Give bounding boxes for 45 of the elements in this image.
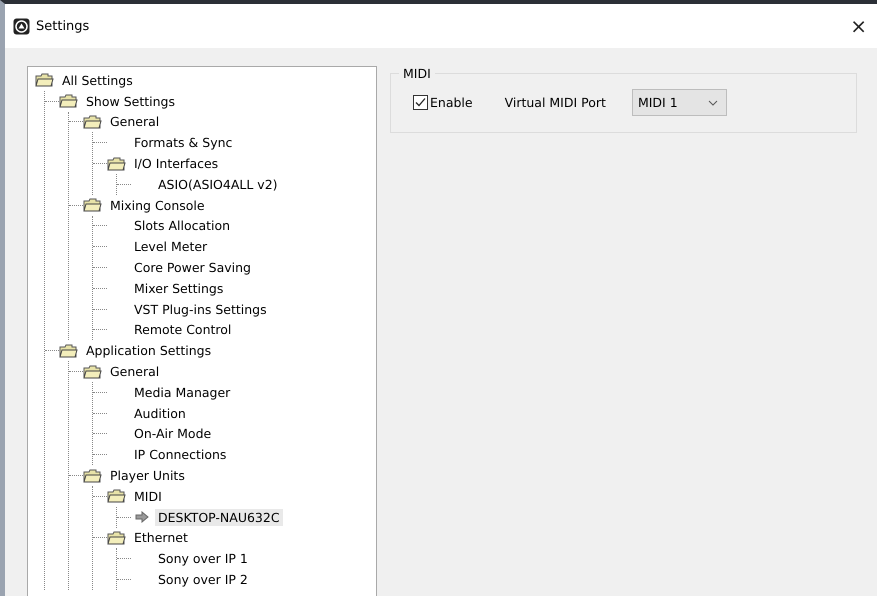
tree-item[interactable]: Slots Allocation <box>131 217 234 234</box>
folder-icon <box>59 94 78 108</box>
window-title: Settings <box>36 18 90 34</box>
arrow-icon <box>135 511 149 524</box>
tree-item[interactable]: On-Air Mode <box>131 425 214 442</box>
tree-item[interactable]: Media Manager <box>131 384 234 401</box>
tree-item[interactable]: MIDI <box>131 488 165 505</box>
folder-icon <box>83 198 102 212</box>
tree-item[interactable]: All Settings <box>59 72 136 89</box>
chevron-icon <box>708 100 718 106</box>
folder-icon <box>107 156 126 171</box>
tree-item[interactable]: General <box>107 363 162 380</box>
tree-item[interactable]: IP Connections <box>131 446 230 464</box>
close-button[interactable]: × <box>846 14 871 38</box>
enable-checkbox[interactable]: Enable <box>413 95 473 110</box>
folder-icon <box>83 468 102 483</box>
tree-item[interactable]: Show Settings <box>83 92 178 110</box>
tree-item[interactable]: Sony over IP 1 <box>155 550 251 568</box>
tree-item[interactable]: Remote Control <box>131 321 234 338</box>
tree-item[interactable]: ASIO(ASIO4ALL v2) <box>155 176 281 193</box>
group-title: MIDI <box>402 66 432 81</box>
folder-icon <box>107 489 126 504</box>
tree-item[interactable]: Core Power Saving <box>131 259 254 276</box>
check-icon <box>415 97 426 108</box>
tree-item[interactable]: DESKTOP-NAU632C <box>155 508 283 526</box>
tree-item[interactable]: Level Meter <box>131 238 210 256</box>
port-dropdown[interactable]: MIDI 1 <box>632 89 727 116</box>
folder-icon <box>107 530 126 545</box>
tree-item[interactable]: I/O Interfaces <box>131 155 222 172</box>
tree-item[interactable]: Application Settings <box>83 342 214 360</box>
folder-icon <box>83 364 102 379</box>
folder-icon <box>59 344 78 358</box>
tree-item[interactable]: General <box>107 113 162 130</box>
tree-item[interactable]: Ethernet <box>131 529 191 546</box>
folder-icon <box>35 73 54 88</box>
tree-item[interactable]: Mixing Console <box>107 196 208 214</box>
tree-item[interactable]: Mixer Settings <box>131 280 226 297</box>
tree-item[interactable]: Formats & Sync <box>131 134 236 152</box>
folder-icon <box>83 114 102 129</box>
port-label: Virtual MIDI Port <box>504 95 606 110</box>
tree-item[interactable]: Sony over IP 2 <box>155 571 251 588</box>
tree-item[interactable]: VST Plug-ins Settings <box>131 300 270 318</box>
tree-item[interactable]: Audition <box>131 404 189 422</box>
app-logo-icon <box>13 18 30 34</box>
tree-item[interactable]: Player Units <box>107 467 188 484</box>
